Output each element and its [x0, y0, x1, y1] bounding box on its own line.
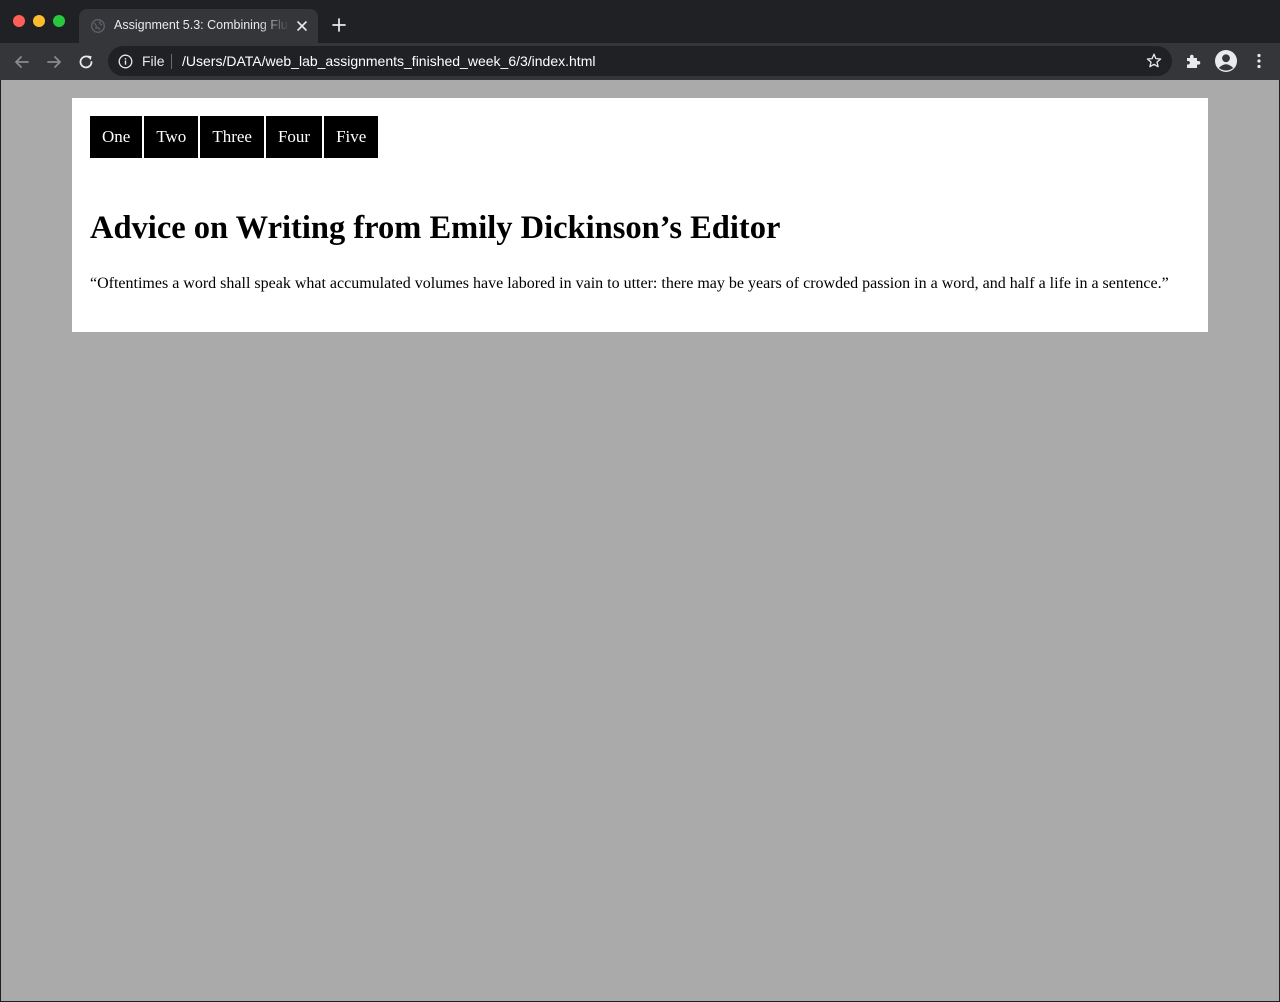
close-tab-icon[interactable] — [295, 19, 309, 33]
close-window-button[interactable] — [13, 15, 25, 27]
globe-icon — [91, 19, 105, 33]
browser-tab-active[interactable]: Assignment 5.3: Combining Flu — [79, 9, 318, 43]
page-heading: Advice on Writing from Emily Dickinson’s… — [90, 210, 781, 246]
nav-item-one[interactable]: One — [90, 116, 143, 158]
more-menu-icon[interactable] — [1250, 52, 1268, 70]
nav-item-three[interactable]: Three — [200, 116, 264, 158]
back-icon[interactable] — [12, 52, 32, 72]
reload-icon[interactable] — [76, 52, 96, 72]
browser-titlebar: Assignment 5.3: Combining Flu — [0, 0, 1280, 43]
minimize-window-button[interactable] — [33, 15, 45, 27]
extensions-puzzle-icon[interactable] — [1184, 52, 1202, 70]
page-viewport: One Two Three Four Five Advice on Writin… — [1, 80, 1279, 1001]
content-container: One Two Three Four Five Advice on Writin… — [72, 98, 1208, 332]
nav-item-two[interactable]: Two — [144, 116, 199, 158]
new-tab-icon[interactable] — [331, 17, 347, 33]
forward-icon[interactable] — [44, 52, 64, 72]
nav-item-four[interactable]: Four — [265, 116, 323, 158]
scheme-label: File — [142, 53, 165, 69]
profile-avatar-icon[interactable] — [1214, 49, 1238, 73]
browser-toolbar: File /Users/DATA/web_lab_assignments_fin… — [0, 43, 1280, 80]
bookmark-star-icon[interactable] — [1145, 52, 1163, 70]
address-bar[interactable]: File /Users/DATA/web_lab_assignments_fin… — [108, 46, 1172, 76]
info-icon[interactable] — [118, 54, 133, 69]
nav-item-five[interactable]: Five — [324, 116, 379, 158]
tab-title: Assignment 5.3: Combining Flu — [114, 18, 288, 32]
nav-bar: One Two Three Four Five — [90, 116, 379, 158]
url-text[interactable]: /Users/DATA/web_lab_assignments_finished… — [182, 53, 595, 69]
quote-paragraph: “Oftentimes a word shall speak what accu… — [90, 275, 1169, 292]
maximize-window-button[interactable] — [53, 15, 65, 27]
address-divider — [171, 54, 172, 69]
